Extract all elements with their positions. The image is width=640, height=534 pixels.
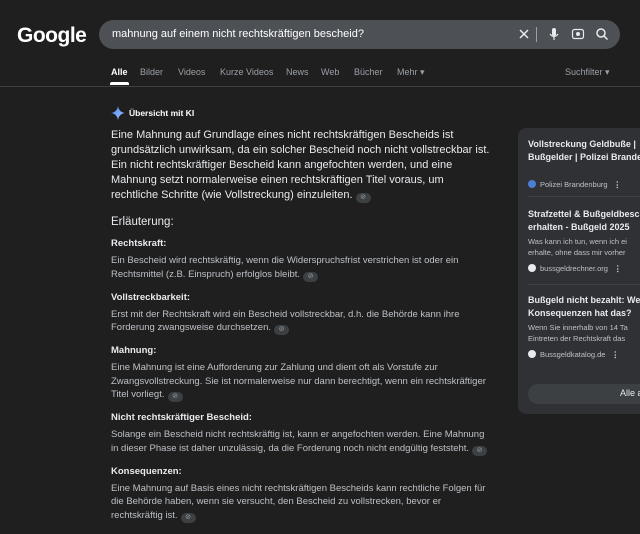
- source-meta: Polizei Brandenburg ⋮: [528, 180, 640, 192]
- ai-overview-content: Eine Mahnung auf Grundlage eines nicht r…: [111, 128, 493, 523]
- section-paragraph: Solange ein Bescheid nicht rechtskräftig…: [111, 428, 493, 456]
- lens-icon[interactable]: [570, 26, 586, 42]
- link-icon[interactable]: ⊘: [274, 325, 290, 335]
- favicon-icon: [528, 180, 536, 188]
- header-divider: [0, 86, 640, 87]
- section-paragraph: Eine Mahnung ist eine Aufforderung zur Z…: [111, 361, 493, 402]
- source-name: Bussgeldkatalog.de: [540, 350, 606, 359]
- link-icon[interactable]: ⊘: [167, 392, 183, 402]
- source-name: bussgeldrechner.org: [540, 264, 608, 273]
- section-title: Vollstreckbarkeit:: [111, 291, 191, 303]
- tab-bilder[interactable]: Bilder: [140, 67, 163, 77]
- section-title: Konsequenzen:: [111, 465, 182, 477]
- tab-mehr[interactable]: Mehr ▾: [397, 67, 425, 78]
- source-meta: bussgeldrechner.org ⋮: [528, 264, 640, 276]
- section-title: Mahnung:: [111, 345, 157, 356]
- source-title-line[interactable]: Konsequenzen hat das?: [528, 307, 640, 320]
- search-icon[interactable]: [594, 26, 610, 42]
- ai-intro-text: Eine Mahnung auf Grundlage eines nicht r…: [111, 129, 490, 201]
- explanation-heading: Erläuterung:: [111, 216, 174, 228]
- source-meta: Bussgeldkatalog.de ⋮: [528, 350, 640, 362]
- source-title-line[interactable]: Strafzettel & Bußgeldbesc: [528, 208, 640, 221]
- card-divider: [528, 284, 640, 285]
- link-icon[interactable]: ⊘: [472, 445, 488, 456]
- microphone-icon[interactable]: [546, 26, 562, 42]
- source-card[interactable]: Strafzettel & Bußgeldbesc erhalten - Buß…: [528, 208, 640, 276]
- more-vert-icon[interactable]: ⋮: [614, 180, 622, 189]
- section-konsequenzen: Konsequenzen: Eine Mahnung auf Basis ein…: [111, 465, 493, 523]
- google-logo[interactable]: Google: [17, 24, 87, 48]
- tab-web[interactable]: Web: [321, 67, 339, 77]
- ai-intro-paragraph: Eine Mahnung auf Grundlage eines nicht r…: [111, 128, 493, 203]
- source-title-line[interactable]: Bußgelder | Polizei Brande: [528, 151, 640, 164]
- section-text: Ein Bescheid wird rechtskräftig, wenn di…: [111, 255, 459, 280]
- tab-buecher[interactable]: Bücher: [354, 67, 383, 77]
- section-text: Eine Mahnung ist eine Aufforderung zur Z…: [111, 362, 486, 400]
- search-header: Google mahnung auf einem nicht rechtskrä…: [0, 0, 640, 86]
- favicon-icon: [528, 350, 536, 358]
- show-all-sources-button[interactable]: Alle a: [528, 384, 640, 404]
- tab-mehr-label: Mehr: [397, 67, 418, 77]
- source-name: Polizei Brandenburg: [540, 180, 608, 189]
- more-vert-icon[interactable]: ⋮: [614, 264, 622, 273]
- search-input[interactable]: mahnung auf einem nicht rechtskräftigen …: [112, 28, 364, 40]
- card-divider: [528, 196, 640, 197]
- tab-videos[interactable]: Videos: [178, 67, 205, 77]
- chevron-down-icon: ▾: [420, 67, 425, 77]
- section-paragraph: Eine Mahnung auf Basis eines nicht recht…: [111, 482, 493, 523]
- source-snippet-line: Wenn Sie innerhalb von 14 Ta: [528, 323, 628, 332]
- section-title: Rechtskraft:: [111, 238, 167, 249]
- tab-kurze-videos[interactable]: Kurze Videos: [220, 67, 273, 77]
- ai-overview-title: Übersicht mit KI: [129, 108, 195, 118]
- search-filter-button[interactable]: Suchfilter ▾: [565, 67, 610, 78]
- source-title-line[interactable]: erhalten - Bußgeld 2025: [528, 221, 640, 234]
- source-title-line[interactable]: Bußgeld nicht bezahlt: We: [528, 294, 640, 307]
- section-vollstreckbarkeit: Vollstreckbarkeit: Erst mit der Rechtskr…: [111, 291, 493, 335]
- source-title-line[interactable]: Vollstreckung Geldbuße |: [528, 138, 640, 151]
- more-vert-icon[interactable]: ⋮: [611, 350, 619, 359]
- search-divider: [536, 27, 537, 42]
- section-text: Solange ein Bescheid nicht rechtskräftig…: [111, 429, 485, 454]
- gemini-sparkle-icon: [111, 106, 125, 125]
- link-icon[interactable]: ⊘: [180, 512, 196, 523]
- source-snippet-line: Eintreten der Rechtskraft das: [528, 334, 626, 343]
- search-box[interactable]: mahnung auf einem nicht rechtskräftigen …: [99, 20, 620, 49]
- section-nicht-rechtskraeftig: Nicht rechtskräftiger Bescheid: Solange …: [111, 411, 493, 456]
- section-text: Eine Mahnung auf Basis eines nicht recht…: [111, 482, 486, 521]
- favicon-icon: [528, 264, 536, 272]
- active-tab-indicator: [110, 82, 129, 85]
- source-card[interactable]: Vollstreckung Geldbuße | Bußgelder | Pol…: [528, 138, 640, 192]
- show-all-label: Alle a: [620, 388, 640, 398]
- close-icon[interactable]: [516, 26, 532, 42]
- section-paragraph: Erst mit der Rechtskraft wird ein Besche…: [111, 308, 493, 335]
- section-rechtskraft: Rechtskraft: Ein Bescheid wird rechtskrä…: [111, 237, 493, 282]
- section-paragraph: Ein Bescheid wird rechtskräftig, wenn di…: [111, 254, 493, 282]
- search-filter-label: Suchfilter: [565, 67, 603, 77]
- chevron-down-icon: ▾: [605, 67, 610, 77]
- section-mahnung: Mahnung: Eine Mahnung ist eine Aufforder…: [111, 344, 493, 402]
- source-card[interactable]: Bußgeld nicht bezahlt: We Konsequenzen h…: [528, 294, 640, 362]
- tab-alle[interactable]: Alle: [111, 67, 128, 77]
- section-title: Nicht rechtskräftiger Bescheid:: [111, 412, 252, 423]
- link-icon[interactable]: ⊘: [355, 193, 371, 203]
- link-icon[interactable]: ⊘: [303, 271, 319, 282]
- source-snippet-line: erhalte, ohne dass mir vorher: [528, 248, 626, 257]
- sources-panel: Vollstreckung Geldbuße | Bußgelder | Pol…: [518, 128, 640, 414]
- tab-news[interactable]: News: [286, 67, 309, 77]
- source-snippet-line: Was kann ich tun, wenn ich ei: [528, 237, 627, 246]
